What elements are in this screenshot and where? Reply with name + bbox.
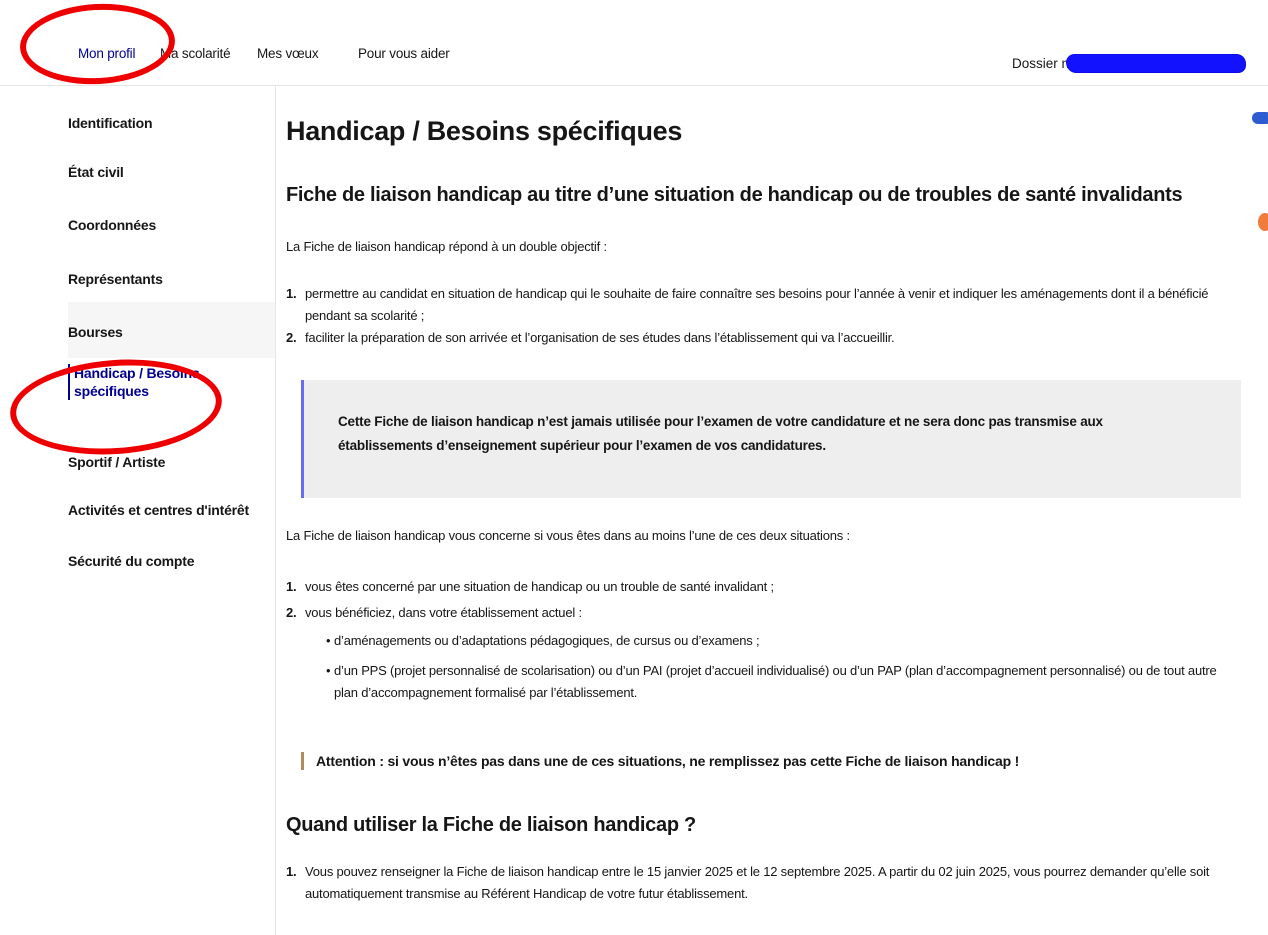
situation-text: vous êtes concerné par une situation de …: [305, 579, 774, 594]
intro-text: La Fiche de liaison handicap répond à un…: [286, 239, 607, 254]
objectives-list: 1. permettre au candidat en situation de…: [286, 283, 1236, 349]
list-item: 2. faciliter la préparation de son arriv…: [286, 330, 895, 345]
when-to-use-title: Quand utiliser la Fiche de liaison handi…: [286, 814, 696, 836]
sidebar-item-sportif-artiste[interactable]: Sportif / Artiste: [68, 453, 275, 471]
edge-dot-orange[interactable]: [1258, 213, 1268, 231]
sidebar-item-representants[interactable]: Représentants: [68, 270, 275, 288]
top-navigation: Mon profil Ma scolarité Mes vœux Pour vo…: [0, 0, 1268, 86]
info-callout: Cette Fiche de liaison handicap n’est ja…: [301, 380, 1241, 498]
situations-list: 1. vous êtes concerné par une situation …: [286, 576, 1236, 704]
list-item: d’aménagements ou d’adaptations pédagogi…: [326, 630, 1236, 652]
redaction-mark: [1067, 55, 1245, 72]
sidebar-item-bourses-label: Bourses: [68, 324, 123, 340]
edge-tab-blue[interactable]: [1252, 112, 1268, 124]
list-item: 1. Vous pouvez renseigner la Fiche de li…: [286, 864, 1210, 901]
when-list: 1. Vous pouvez renseigner la Fiche de li…: [286, 861, 1236, 905]
objective-text: faciliter la préparation de son arrivée …: [305, 330, 895, 345]
situation-text: vous bénéficiez, dans votre établissemen…: [305, 605, 582, 620]
attention-notice: Attention : si vous n’êtes pas dans une …: [301, 752, 1019, 770]
nav-pour-vous-aider[interactable]: Pour vous aider: [358, 46, 450, 61]
sidebar-divider: [275, 86, 276, 935]
callout-text: Cette Fiche de liaison handicap n’est ja…: [338, 414, 1103, 453]
list-item: 1. vous êtes concerné par une situation …: [286, 579, 774, 594]
situation-details-list: d’aménagements ou d’adaptations pédagogi…: [305, 624, 1236, 704]
when-text: Vous pouvez renseigner la Fiche de liais…: [305, 864, 1210, 901]
page-title: Handicap / Besoins spécifiques: [286, 116, 683, 146]
sidebar-item-bourses[interactable]: Bourses: [68, 302, 275, 358]
nav-mes-voeux[interactable]: Mes vœux: [257, 46, 319, 61]
sidebar-item-activites[interactable]: Activités et centres d'intérêt: [68, 501, 275, 519]
concern-intro-text: La Fiche de liaison handicap vous concer…: [286, 528, 850, 543]
sidebar-item-identification[interactable]: Identification: [68, 114, 275, 132]
list-item: d’un PPS (projet personnalisé de scolari…: [326, 660, 1236, 704]
dossier-number-label: Dossier n°: [1012, 56, 1075, 71]
section-subtitle: Fiche de liaison handicap au titre d’une…: [286, 184, 1183, 206]
list-item: 1. permettre au candidat en situation de…: [286, 286, 1209, 323]
sidebar-item-etat-civil[interactable]: État civil: [68, 163, 275, 181]
sidebar-item-coordonnees[interactable]: Coordonnées: [68, 216, 275, 234]
list-item: 2. vous bénéficiez, dans votre établisse…: [286, 602, 1236, 704]
objective-text: permettre au candidat en situation de ha…: [305, 286, 1209, 323]
sidebar-item-securite[interactable]: Sécurité du compte: [68, 552, 275, 570]
nav-divider: [0, 85, 1268, 86]
